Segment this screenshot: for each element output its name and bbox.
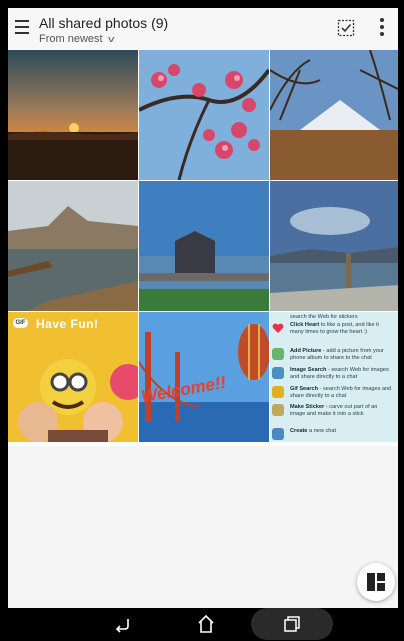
sort-dropdown[interactable]: From newest v [39,32,168,46]
photo-golden-gate[interactable]: Welcome!! [139,312,269,442]
photo-boathouse[interactable] [139,181,269,311]
photo-sunset[interactable] [8,50,138,180]
hamburger-icon[interactable] [15,20,29,38]
photo-grid: GIF Have Fun! Welcome!! search the Web f… [8,50,398,446]
image-search-icon [272,367,284,379]
recents-icon [283,615,301,633]
system-nav-bar [8,608,398,640]
help-item-make-sticker: Make Sticker - carve out part of an imag… [272,404,396,422]
layout-button[interactable] [357,563,395,601]
chevron-down-icon: v [107,34,114,44]
back-icon[interactable] [114,612,132,636]
gif-badge: GIF [13,318,28,328]
photo-harbor[interactable] [8,181,138,311]
help-item-add-picture: Add Picture - add a picture from your ph… [272,348,396,366]
sort-label: From newest [39,33,103,45]
help-item-create: Create a new chat [272,428,396,440]
photo-lake-post[interactable] [270,181,398,311]
help-card-tile[interactable]: search the Web for stickers Click Heart … [270,312,398,442]
help-item-gif-search: Gif Search - search Web for images and s… [272,386,396,404]
recents-button[interactable] [251,608,333,640]
help-item-heart: Click Heart to like a post, and like it … [272,322,396,340]
gif-minions[interactable]: GIF Have Fun! [8,312,138,442]
select-all-icon[interactable] [337,19,355,37]
app-header: All shared photos (9) From newest v [8,8,398,51]
make-sticker-icon [272,404,284,416]
photo-mountain[interactable] [270,50,398,180]
layout-icon [367,573,385,591]
add-picture-icon [272,348,284,360]
chat-icon [272,428,284,440]
help-card: search the Web for stickers Click Heart … [270,312,398,442]
more-vert-icon[interactable] [374,18,390,40]
heart-icon [272,322,284,334]
gif-search-icon [272,386,284,398]
home-icon[interactable] [196,612,216,636]
gif-caption: Have Fun! [36,317,99,331]
help-item-image-search: Image Search - search Web for images and… [272,367,396,385]
page-title: All shared photos (9) [39,15,169,31]
photo-blossoms[interactable] [139,50,269,180]
title-block: All shared photos (9) From newest v [39,15,168,46]
app-screen: All shared photos (9) From newest v GIF … [8,8,398,608]
